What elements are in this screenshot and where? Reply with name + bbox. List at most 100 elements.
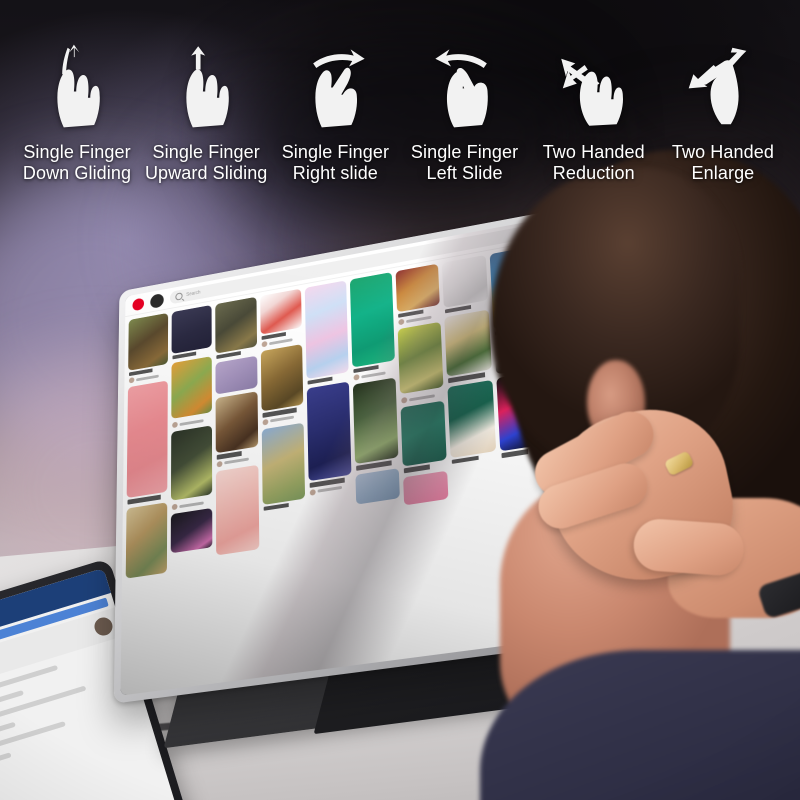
screenshot-stage: Free S: [0, 0, 800, 800]
gesture-label-line1: Single Finger: [23, 142, 131, 162]
pin-image[interactable]: [395, 263, 441, 313]
pin-author-name: [179, 419, 204, 426]
pin-image[interactable]: [349, 272, 396, 368]
gesture-label: Single Finger Upward Sliding: [145, 142, 267, 184]
pin-image[interactable]: [259, 288, 302, 335]
gold-ring: [663, 450, 695, 477]
pinterest-logo-icon[interactable]: [132, 297, 145, 311]
gesture-item-3: Single Finger Right slide: [274, 36, 396, 196]
pin-column: [215, 296, 259, 556]
pin-image[interactable]: [261, 422, 305, 505]
pin-author-name: [269, 415, 294, 423]
pin-author-name: [179, 501, 204, 508]
gesture-item-2: Single Finger Upward Sliding: [145, 36, 267, 196]
avatar: [262, 418, 268, 426]
pin-image[interactable]: [126, 380, 168, 499]
pin-card[interactable]: [171, 304, 213, 360]
pin-column: [170, 304, 213, 554]
gesture-legend: Single Finger Down Gliding Single Finger U…: [0, 36, 800, 196]
pin-image[interactable]: [171, 356, 213, 420]
pin-card[interactable]: [128, 312, 169, 384]
pin-image[interactable]: [170, 508, 213, 554]
pin-image[interactable]: [397, 322, 444, 395]
pin-card[interactable]: [397, 322, 444, 405]
avatar: [309, 488, 316, 496]
pin-image[interactable]: [306, 381, 352, 482]
avatar: [172, 421, 178, 429]
gesture-label-line2: Enlarge: [691, 163, 755, 184]
pin-image[interactable]: [400, 400, 448, 467]
pin-card[interactable]: [215, 391, 258, 468]
palm: [526, 395, 746, 597]
gesture-label-line1: Single Finger: [281, 142, 390, 162]
pin-card[interactable]: [126, 380, 168, 505]
pin-card[interactable]: [260, 344, 304, 426]
gesture-item-6: Two Handed Enlarge: [662, 36, 784, 196]
two-handed-reduction-icon: [555, 36, 633, 134]
gesture-label-line1: Two Handed: [671, 142, 774, 162]
pin-image[interactable]: [403, 470, 449, 506]
pin-column: [125, 312, 169, 579]
gesture-label: Single Finger Right slide: [282, 142, 389, 184]
gesture-label-line2: Right slide: [292, 163, 378, 184]
pin-image[interactable]: [304, 280, 349, 380]
search-icon: [175, 292, 183, 301]
avatar: [128, 377, 135, 384]
single-finger-down-gliding-icon: [38, 36, 116, 134]
pin-card[interactable]: [352, 377, 399, 471]
search-placeholder: Search: [186, 289, 201, 298]
pin-card[interactable]: [171, 425, 213, 511]
single-finger-right-slide-icon: [296, 36, 374, 134]
pin-card[interactable]: [306, 381, 352, 496]
pin-image[interactable]: [125, 502, 168, 579]
pin-column: [304, 280, 352, 496]
gesture-label-line1: Single Finger: [410, 142, 519, 162]
pin-image[interactable]: [171, 304, 213, 355]
pin-image[interactable]: [215, 356, 258, 395]
pin-image[interactable]: [355, 467, 401, 505]
single-finger-upward-sliding-icon: [167, 36, 245, 134]
pin-card[interactable]: [215, 296, 257, 360]
pin-card[interactable]: [355, 467, 401, 505]
pin-image[interactable]: [216, 464, 259, 556]
pin-author-name: [317, 486, 343, 493]
gesture-label-line2: Upward Sliding: [144, 163, 268, 184]
pin-card[interactable]: [304, 280, 349, 386]
avatar: [353, 374, 360, 382]
gesture-label-line2: Reduction: [552, 163, 635, 184]
thumb: [632, 517, 746, 577]
pin-card[interactable]: [170, 508, 213, 554]
home-avatar-icon[interactable]: [150, 292, 164, 309]
gesture-label-line1: Two Handed: [542, 142, 645, 162]
gesture-item-5: Two Handed Reduction: [533, 36, 655, 196]
pin-card[interactable]: [125, 502, 168, 579]
pin-image[interactable]: [128, 312, 169, 371]
pin-image[interactable]: [215, 296, 257, 354]
pin-card[interactable]: [395, 263, 441, 326]
pin-author-name: [361, 371, 386, 379]
pin-card[interactable]: [216, 464, 259, 556]
pin-card[interactable]: [403, 470, 449, 506]
pin-author-name: [268, 338, 293, 346]
pin-author-name: [406, 315, 432, 323]
gesture-label: Single Finger Down Gliding: [23, 142, 131, 184]
pin-image[interactable]: [352, 377, 399, 465]
gesture-item-1: Single Finger Down Gliding: [16, 36, 138, 196]
pin-column: [259, 288, 305, 512]
gesture-label: Two Handed Enlarge: [672, 142, 774, 184]
single-finger-left-slide-icon: [426, 36, 504, 134]
gesture-label: Two Handed Reduction: [543, 142, 645, 184]
pin-card[interactable]: [349, 272, 396, 382]
avatar: [398, 318, 405, 326]
pin-image[interactable]: [215, 391, 258, 454]
pin-image[interactable]: [260, 344, 304, 412]
pin-card[interactable]: [259, 288, 302, 348]
pin-image[interactable]: [171, 425, 213, 502]
two-handed-enlarge-icon: [684, 36, 762, 134]
pin-card[interactable]: [215, 356, 258, 395]
pin-card[interactable]: [261, 422, 305, 512]
gesture-item-4: Single Finger Left Slide: [404, 36, 526, 196]
gesture-label: Single Finger Left Slide: [411, 142, 518, 184]
pin-card[interactable]: [400, 400, 448, 474]
pin-card[interactable]: [171, 356, 213, 429]
